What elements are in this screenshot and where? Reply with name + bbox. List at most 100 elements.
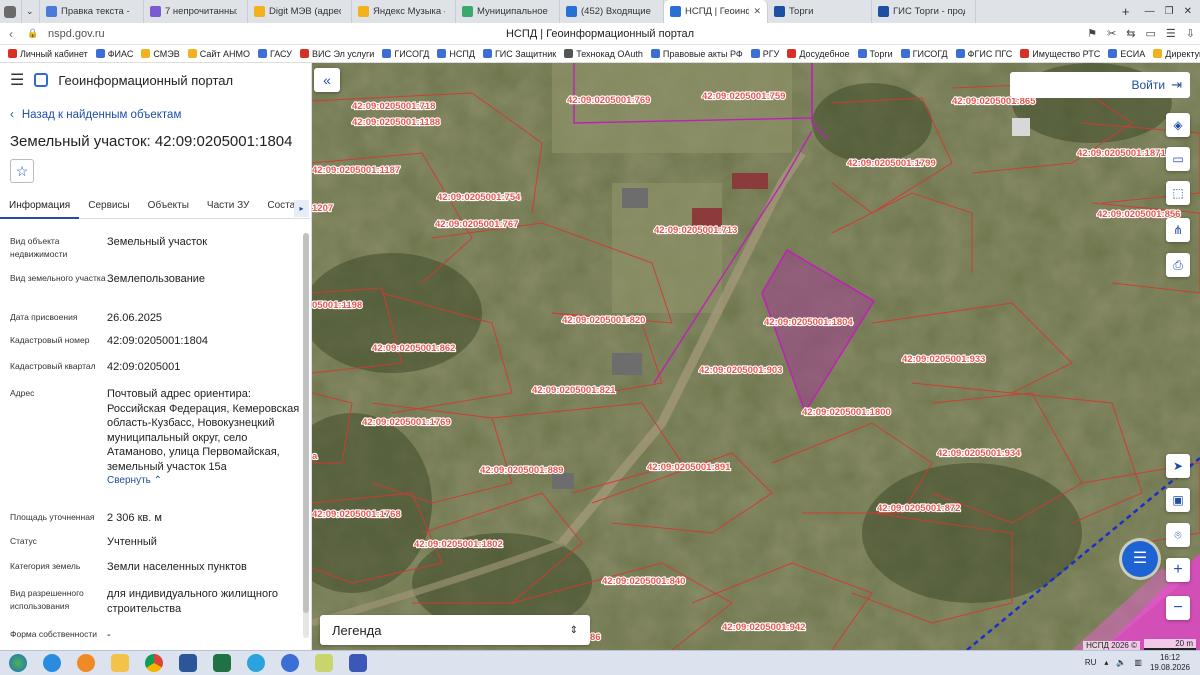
- parcel-label[interactable]: 42:09:0205001:759: [701, 90, 787, 103]
- browser-tab[interactable]: 7 непрочитанных чат: [144, 0, 248, 23]
- tabs-scroll-right-button[interactable]: ▸: [294, 200, 309, 217]
- bookmark-item[interactable]: Досудебное: [787, 49, 850, 59]
- favorite-star-icon[interactable]: ☆: [10, 159, 34, 183]
- bookmark-item[interactable]: РГУ: [750, 49, 779, 59]
- parcel-label[interactable]: 42:09:0205001:767: [434, 218, 520, 231]
- print-icon[interactable]: ⎙: [1166, 253, 1190, 277]
- browser-tab[interactable]: Муниципальное обра: [456, 0, 560, 23]
- browser-tab[interactable]: Правка текста - Deep: [40, 0, 144, 23]
- legend-dropdown[interactable]: Легенда ⇕: [320, 615, 590, 645]
- parcel-label[interactable]: a: [312, 450, 319, 463]
- url-field[interactable]: nspd.gov.ru: [48, 28, 105, 40]
- taskbar-yandex[interactable]: [276, 652, 304, 674]
- back-arrow-icon[interactable]: ‹: [0, 27, 22, 41]
- parcel-label[interactable]: 42:09:0205001:1769: [361, 416, 452, 429]
- bookmark-item[interactable]: Личный кабинет: [8, 49, 88, 59]
- taskbar-word[interactable]: [174, 652, 202, 674]
- bookmark-item[interactable]: Технокад OAuth: [564, 49, 643, 59]
- bookmark-item[interactable]: Правовые акты РФ: [650, 49, 743, 59]
- taskbar-media[interactable]: [72, 652, 100, 674]
- panel-scrollbar[interactable]: [303, 233, 309, 638]
- language-indicator[interactable]: RU: [1085, 658, 1097, 667]
- map-canvas[interactable]: 42:09:0205001:718 42:09:0205001:769 42:09:…: [312, 63, 1200, 650]
- browser-tab[interactable]: Digit МЭВ (адрес техн: [248, 0, 352, 23]
- taskbar-folder2[interactable]: [310, 652, 338, 674]
- parcel-label[interactable]: 05001:1198: [312, 299, 363, 312]
- taskbar-excel[interactable]: [208, 652, 236, 674]
- parcel-label[interactable]: 42:09:0205001:933: [901, 353, 987, 366]
- browser-menu-button[interactable]: [0, 0, 22, 23]
- parcel-label[interactable]: 42:09:0205001:769: [566, 94, 652, 107]
- bookmark-item[interactable]: Директум РХ: [1153, 49, 1200, 59]
- parcel-label[interactable]: 42:09:0205001:718: [351, 100, 437, 113]
- clock[interactable]: 16:12 19.08.2026: [1150, 653, 1190, 673]
- parcel-label[interactable]: 42:09:0205001:1802: [413, 538, 504, 551]
- parcel-label[interactable]: 42:09:0205001:840: [601, 575, 687, 588]
- bookmark-item[interactable]: ГИС Защитник: [482, 49, 556, 59]
- collections-icon[interactable]: ☰: [1166, 27, 1176, 40]
- browser-tab[interactable]: Яндекс Музыка — соб: [352, 0, 456, 23]
- bookmark-item[interactable]: ГИСОГД: [900, 49, 948, 59]
- collapse-link[interactable]: Свернуть ⌃: [107, 474, 300, 489]
- parcel-label[interactable]: 42:09:0205001:821: [531, 384, 617, 397]
- volume-icon[interactable]: 🔈: [1116, 658, 1126, 667]
- tab-objects[interactable]: Объекты: [139, 193, 198, 219]
- collapse-panel-button[interactable]: «: [314, 68, 340, 92]
- tray-arrow-icon[interactable]: ▴: [1104, 658, 1108, 667]
- parcel-label[interactable]: 42:09:0205001:942: [721, 621, 807, 634]
- parcel-label[interactable]: 42:09:0205001:934: [936, 447, 1022, 460]
- login-button[interactable]: Войти ⇥: [1010, 72, 1190, 98]
- new-tab-button[interactable]: +: [1115, 0, 1137, 23]
- bookmark-flag-icon[interactable]: ⚑: [1087, 27, 1097, 40]
- parcel-label[interactable]: 42:09:0205001:1800: [801, 406, 892, 419]
- taskbar-explorer[interactable]: [106, 652, 134, 674]
- parcel-label[interactable]: 42:09:0205001:713: [653, 224, 739, 237]
- download-icon[interactable]: ⇩: [1186, 27, 1195, 40]
- browser-tab[interactable]: НСПД | Геоинформац ✕: [664, 0, 768, 23]
- chat-assistant-button[interactable]: ☰: [1122, 541, 1158, 577]
- parcel-label[interactable]: 1207: [312, 202, 334, 215]
- translate-icon[interactable]: ⇆: [1126, 27, 1135, 40]
- menu-icon[interactable]: ☰: [10, 70, 24, 90]
- bookmark-item[interactable]: Сайт АНМО: [187, 49, 250, 59]
- parcel-label[interactable]: 42:09:0205001:862: [371, 342, 457, 355]
- bookmark-item[interactable]: ГАСУ: [257, 49, 292, 59]
- close-window-icon[interactable]: ✕: [1184, 6, 1192, 17]
- parcel-label[interactable]: 42:09:0205001:889: [479, 464, 565, 477]
- tab-services[interactable]: Сервисы: [79, 193, 138, 219]
- parcel-label[interactable]: 42:09:0205001:754: [436, 191, 522, 204]
- lock-icon[interactable]: 🔒: [22, 28, 44, 39]
- bookmark-item[interactable]: ФИАС: [95, 49, 133, 59]
- bookmark-item[interactable]: НСПД: [437, 49, 475, 59]
- tab-list-button[interactable]: ⌄: [22, 0, 40, 23]
- taskbar-telegram[interactable]: [242, 652, 270, 674]
- parcel-label[interactable]: 42:09:0205001:903: [698, 364, 784, 377]
- parcel-label[interactable]: 42:09:0205001:1188: [351, 116, 441, 129]
- parcel-label[interactable]: 42:09:0205001:1871: [1076, 147, 1168, 160]
- location-pin-icon[interactable]: ⌾: [1166, 523, 1190, 547]
- zoom-in-button[interactable]: +: [1166, 558, 1190, 582]
- parcel-label[interactable]: 42:09:0205001:872: [876, 502, 962, 515]
- parcel-label[interactable]: 42:09:0205001:891: [646, 461, 732, 474]
- parcel-label[interactable]: 86: [589, 631, 602, 644]
- bookmark-item[interactable]: ВИС Эл услуги: [299, 49, 374, 59]
- map-view[interactable]: 42:09:0205001:718 42:09:0205001:769 42:09:…: [312, 63, 1200, 650]
- bookmark-item[interactable]: Торги: [857, 49, 893, 59]
- browser-tab[interactable]: (452) Входящие - Поч: [560, 0, 664, 23]
- taskbar-ie[interactable]: [38, 652, 66, 674]
- taskbar-app[interactable]: [344, 652, 372, 674]
- minimize-icon[interactable]: —: [1145, 6, 1155, 17]
- network-icon[interactable]: ▥: [1134, 658, 1142, 667]
- back-to-results-link[interactable]: ‹ Назад к найденным объектам: [10, 109, 181, 121]
- reader-icon[interactable]: ▭: [1146, 27, 1156, 40]
- geolocation-icon[interactable]: ➤: [1166, 454, 1190, 478]
- close-tab-icon[interactable]: ✕: [753, 6, 761, 17]
- parcel-label[interactable]: 42:09:0205001:820: [561, 314, 647, 327]
- zoom-out-button[interactable]: −: [1166, 596, 1190, 620]
- extension-icon[interactable]: ✂: [1107, 27, 1116, 40]
- parcel-label[interactable]: 42:09:0205001:1804: [763, 316, 855, 329]
- parcel-label[interactable]: 42:09:0205001:1187: [312, 164, 401, 177]
- tab-parts[interactable]: Части ЗУ: [198, 193, 258, 219]
- basemap-icon[interactable]: ▣: [1166, 488, 1190, 512]
- layers-icon[interactable]: ◈: [1166, 113, 1190, 137]
